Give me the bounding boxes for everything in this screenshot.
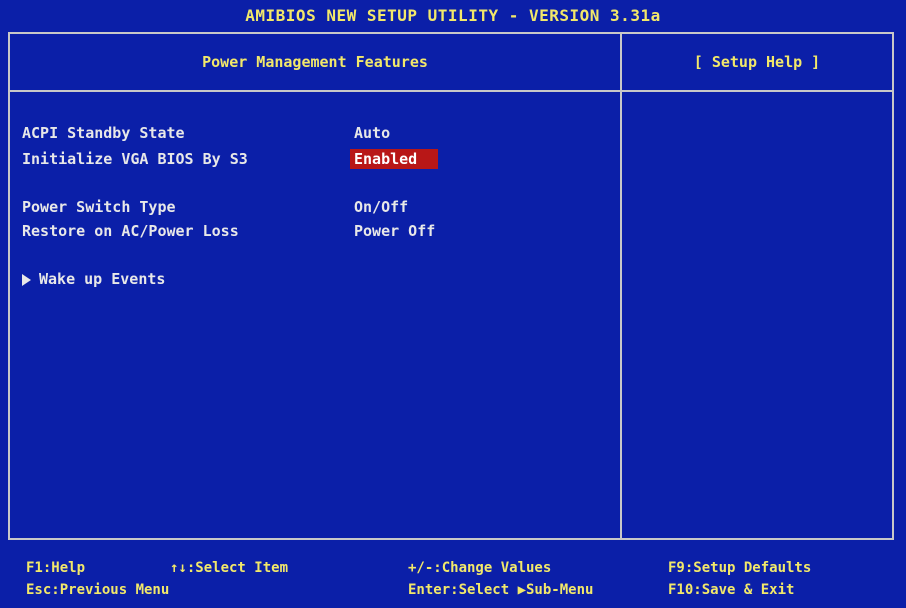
setting-label: Restore on AC/Power Loss (22, 222, 239, 240)
panel-title: Power Management Features (202, 53, 428, 71)
setting-label: Initialize VGA BIOS By S3 (22, 150, 248, 168)
key-help-footer: F1:Help ↑↓:Select Item +/-:Change Values… (0, 548, 906, 608)
setting-acpi-standby-state[interactable]: ACPI Standby State Auto (22, 122, 602, 144)
help-panel-title: [ Setup Help ] (693, 53, 821, 71)
setting-restore-on-ac-power-loss[interactable]: Restore on AC/Power Loss Power Off (22, 220, 602, 242)
setting-value-selected[interactable]: Enabled (350, 149, 438, 169)
save-exit-key-hint: F10:Save & Exit (668, 582, 795, 598)
setting-value[interactable]: Auto (350, 123, 394, 143)
help-key-hint: F1:Help (26, 560, 86, 576)
setting-value[interactable]: Power Off (350, 221, 439, 241)
submenu-label: Wake up Events (39, 270, 166, 288)
panel-divider (620, 34, 622, 538)
setting-label: Power Switch Type (22, 198, 176, 216)
right-triangle-icon (22, 273, 31, 286)
change-values-key-hint: +/-:Change Values (408, 560, 552, 576)
sub-menu-key-hint: Enter:Select ▶Sub-Menu (408, 582, 594, 598)
header-divider (10, 90, 892, 92)
select-item-key-hint: ↑↓:Select Item (170, 560, 289, 576)
previous-menu-key-hint: Esc:Previous Menu (26, 582, 170, 598)
setup-defaults-key-hint: F9:Setup Defaults (668, 560, 812, 576)
submenu-wake-up-events[interactable]: Wake up Events (22, 268, 602, 290)
setting-power-switch-type[interactable]: Power Switch Type On/Off (22, 196, 602, 218)
setting-initialize-vga-bios[interactable]: Initialize VGA BIOS By S3 Enabled (22, 148, 602, 170)
setting-value[interactable]: On/Off (350, 197, 412, 217)
window-title: AMIBIOS NEW SETUP UTILITY - VERSION 3.31… (245, 5, 661, 25)
setting-label: ACPI Standby State (22, 124, 185, 142)
